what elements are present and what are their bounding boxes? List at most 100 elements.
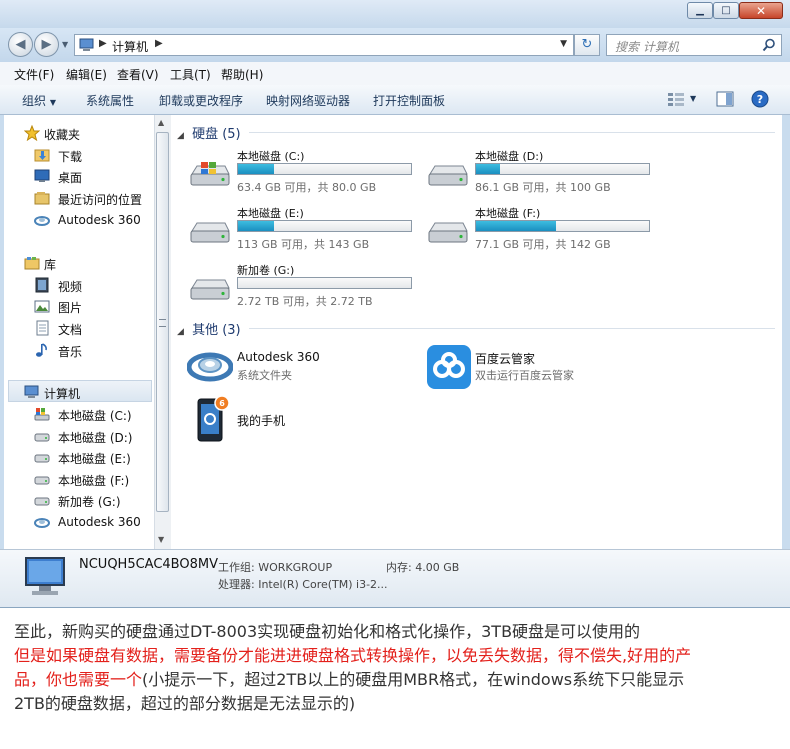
breadcrumb-computer[interactable]: 计算机: [112, 38, 148, 55]
item-baidu-cloud-name: 百度云管家: [475, 352, 536, 366]
menu-edit[interactable]: 编辑(E): [66, 66, 107, 83]
recent-pages-icon[interactable]: ▼: [62, 40, 68, 49]
drive-usage-bar: [475, 163, 650, 175]
nav-favorites-label: 收藏夹: [44, 128, 81, 142]
drive-usage-fill: [238, 164, 275, 174]
forward-button[interactable]: ▶: [34, 32, 59, 57]
view-dropdown-icon[interactable]: ▼: [690, 94, 696, 103]
hard-drive-icon: [34, 497, 50, 506]
drive-name: 本地磁盘 (D:): [475, 150, 544, 163]
nav-documents-label: 文档: [58, 323, 83, 337]
recent-places-icon: [34, 192, 50, 205]
autodesk-360-icon: [34, 216, 50, 226]
nav-desktop-label: 桌面: [58, 171, 83, 185]
breadcrumb-chevron-icon[interactable]: ▶: [99, 38, 107, 49]
nav-downloads-label: 下载: [58, 150, 83, 164]
nav-libraries-label: 库: [44, 258, 57, 272]
group-hard-disks[interactable]: ◢ 硬盘 (5): [177, 123, 241, 142]
collapse-triangle-icon[interactable]: ◢: [177, 327, 184, 337]
system-drive-icon: [34, 408, 50, 421]
nav-pictures-label: 图片: [58, 301, 83, 315]
scroll-up-icon[interactable]: ▲: [158, 118, 164, 127]
scroll-down-icon[interactable]: ▼: [158, 535, 164, 544]
system-drive-icon: [190, 162, 230, 186]
drive-usage-bar: [237, 163, 412, 175]
map-network-drive-button[interactable]: 映射网络驱动器: [266, 92, 350, 109]
search-input[interactable]: 搜索 计算机: [606, 34, 782, 56]
help-icon[interactable]: ?: [751, 90, 769, 108]
explorer-window: ▁ □ ✕ ◀ ▶ ▼ ▶ 计算机 ▶ ▼ ↻ 搜索 计算机 文件(F) 编辑(: [0, 0, 790, 608]
breadcrumb-chevron-icon[interactable]: ▶: [155, 38, 163, 49]
item-my-phone[interactable]: 6 我的手机: [185, 395, 415, 443]
drive-usage-bar: [237, 220, 412, 232]
scroll-thumb[interactable]: [156, 132, 169, 512]
hard-drive-icon: [34, 476, 50, 485]
menu-tools[interactable]: 工具(T): [170, 66, 211, 83]
menu-file[interactable]: 文件(F): [14, 66, 54, 83]
organize-label: 组织: [22, 94, 47, 108]
menu-help[interactable]: 帮助(H): [221, 66, 263, 83]
drive-tile[interactable]: 本地磁盘 (C:) 63.4 GB 可用，共 80.0 GB: [185, 148, 415, 198]
group-other-label: 其他 (3): [192, 323, 241, 338]
content-pane: ◢ 硬盘 (5) 本地磁盘 (C:) 63.4 GB 可用，共 80.0 GB 本地…: [171, 115, 782, 549]
nav-drive-f-label: 本地磁盘 (F:): [58, 474, 130, 488]
address-bar[interactable]: ▶ 计算机 ▶ ▼: [74, 34, 574, 56]
drive-free-space: 63.4 GB 可用，共 80.0 GB: [237, 181, 377, 194]
nav-drive-g-label: 新加卷 (G:): [58, 495, 121, 509]
item-autodesk-360[interactable]: Autodesk 360 系统文件夹: [185, 343, 415, 387]
drive-tile[interactable]: 新加卷 (G:) 2.72 TB 可用，共 2.72 TB: [185, 262, 415, 312]
navigation-scrollbar[interactable]: ▲ ▼: [154, 115, 171, 549]
drive-tile[interactable]: 本地磁盘 (F:) 77.1 GB 可用，共 142 GB: [423, 205, 653, 255]
item-my-phone-name: 我的手机: [237, 414, 286, 428]
group-other[interactable]: ◢ 其他 (3): [177, 319, 241, 338]
open-control-panel-button[interactable]: 打开控制面板: [373, 92, 445, 109]
drive-tile[interactable]: 本地磁盘 (E:) 113 GB 可用，共 143 GB: [185, 205, 415, 255]
hard-drive-icon: [190, 222, 230, 243]
nav-music-label: 音乐: [58, 345, 83, 359]
refresh-button[interactable]: ↻: [574, 34, 600, 56]
preview-pane-icon[interactable]: [716, 91, 734, 107]
collapse-triangle-icon[interactable]: ◢: [177, 131, 184, 141]
drive-name: 新加卷 (G:): [237, 264, 295, 277]
drive-tile[interactable]: 本地磁盘 (D:) 86.1 GB 可用，共 100 GB: [423, 148, 653, 198]
menu-view[interactable]: 查看(V): [117, 66, 159, 83]
minimize-button[interactable]: ▁: [687, 2, 713, 19]
drive-name: 本地磁盘 (C:): [237, 150, 305, 163]
hard-drive-icon: [34, 433, 50, 442]
caption-line-4: 2TB的硬盘数据，超过的部分数据是无法显示的): [14, 694, 356, 713]
computer-icon: [24, 385, 39, 398]
computer-icon: [79, 38, 94, 51]
drive-free-space: 2.72 TB 可用，共 2.72 TB: [237, 295, 373, 308]
drive-name: 本地磁盘 (E:): [237, 207, 304, 220]
caption-line-1: 至此，新购买的硬盘通过DT-8003实现硬盘初始化和格式化操作，3TB硬盘是可以…: [14, 622, 641, 641]
caption-line-2: 但是如果硬盘有数据，需要备份才能进进硬盘格式转换操作，以免丢失数据，得不偿失,好…: [14, 646, 692, 665]
view-options-icon[interactable]: [667, 92, 685, 106]
hard-drive-icon: [428, 165, 468, 186]
scroll-grip-icon: [159, 319, 166, 327]
address-dropdown-icon[interactable]: ▼: [560, 39, 567, 49]
drive-free-space: 86.1 GB 可用，共 100 GB: [475, 181, 611, 194]
organize-button[interactable]: 组织 ▼: [22, 92, 56, 109]
phone-icon: 6: [197, 395, 230, 442]
search-icon[interactable]: [762, 38, 776, 52]
close-button[interactable]: ✕: [739, 2, 783, 19]
caption-line-3-red: 品，你也需要一个: [14, 670, 143, 689]
nav-drive-d-label: 本地磁盘 (D:): [58, 431, 133, 445]
nav-computer-label: 计算机: [44, 387, 81, 401]
hard-drive-icon: [190, 279, 230, 300]
system-properties-button[interactable]: 系统属性: [86, 92, 134, 109]
workgroup-info: 工作组: WORKGROUP: [218, 561, 333, 574]
nav-videos-label: 视频: [58, 280, 83, 294]
item-baidu-cloud[interactable]: 百度云管家 双击运行百度云管家: [425, 343, 655, 389]
nav-autodesk-360-label: Autodesk 360: [58, 515, 141, 529]
computer-icon: [25, 557, 65, 595]
navigation-pane: 收藏夹 下载 桌面 最近访问的位置 Autodesk 360 库 视频 图片 文…: [4, 115, 154, 549]
item-autodesk-360-name: Autodesk 360: [237, 350, 320, 364]
back-button[interactable]: ◀: [8, 32, 33, 57]
autodesk-360-icon: [34, 518, 50, 528]
drive-free-space: 77.1 GB 可用，共 142 GB: [475, 238, 611, 251]
maximize-button[interactable]: □: [713, 2, 739, 19]
uninstall-program-button[interactable]: 卸载或更改程序: [159, 92, 243, 109]
item-baidu-cloud-sub: 双击运行百度云管家: [475, 369, 574, 382]
drive-free-space: 113 GB 可用，共 143 GB: [237, 238, 370, 251]
